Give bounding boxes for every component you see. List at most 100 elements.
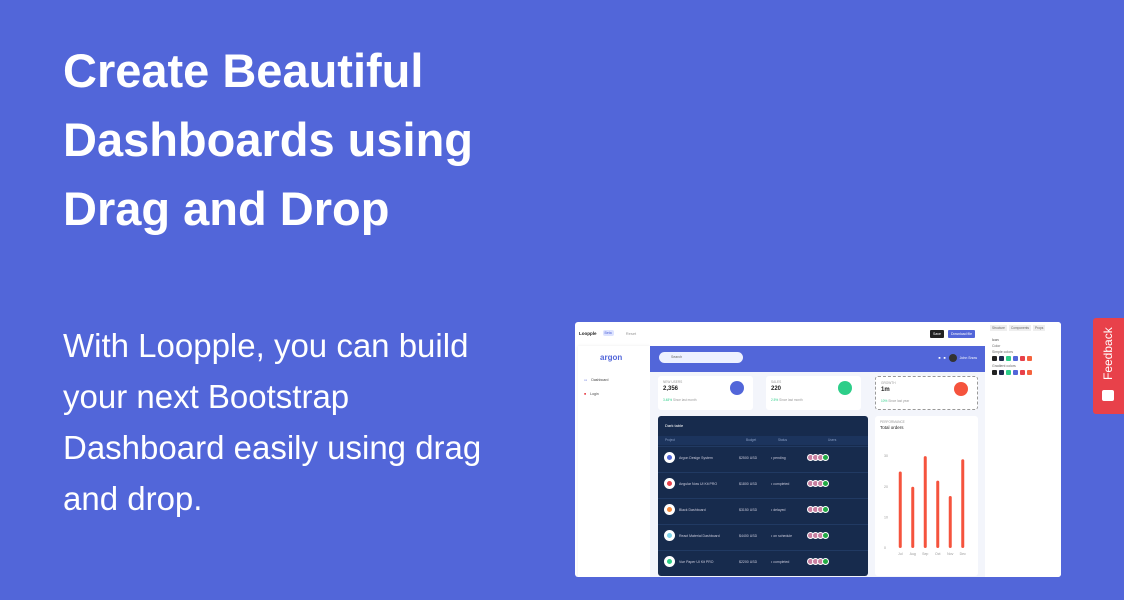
color-swatch[interactable] — [1013, 370, 1018, 375]
x-tick: Aug — [910, 552, 916, 556]
brand: Loopple — [579, 330, 597, 336]
project-name: React Material Dashboard — [679, 533, 720, 538]
x-tick: Jul — [898, 552, 903, 556]
stat-since: Since last month — [672, 398, 697, 402]
dashboard-header: Search ■ ■ John Snow — [650, 346, 985, 372]
user-avatars — [807, 480, 829, 487]
feedback-tab[interactable]: Feedback — [1093, 318, 1124, 414]
user-menu[interactable]: ■ ■ John Snow — [938, 354, 977, 362]
color-swatch[interactable] — [1027, 356, 1032, 361]
dashboard-preview: Loopple Beta Reset Save Download file ar… — [575, 322, 1061, 577]
status: • completed — [771, 559, 790, 564]
bell-icon[interactable]: ■ — [938, 356, 940, 360]
status-text: completed — [773, 481, 790, 486]
stat-card-selected[interactable]: GROWTH 1m 10% Since last year — [875, 376, 978, 410]
hero-subtitle: With Loopple, you can build your next Bo… — [63, 327, 482, 517]
bar — [948, 495, 952, 548]
y-tick: 10 — [884, 515, 888, 519]
search-input[interactable]: Search — [659, 352, 743, 363]
user-name: John Snow — [959, 356, 977, 360]
save-button[interactable]: Save — [930, 330, 944, 338]
color-swatch[interactable] — [992, 356, 997, 361]
project-icon — [664, 452, 675, 463]
gradient-color-swatches — [992, 370, 1056, 375]
x-tick: Sep — [922, 552, 928, 556]
main-area: Search ■ ■ John Snow NEW USERS 2,356 3.48% S… — [650, 346, 985, 577]
table-row[interactable]: React Material Dashboard $4400 USD • on sc… — [658, 524, 868, 546]
sidebar-item-label: Login — [590, 392, 599, 396]
table-header: Project Budget Status Users — [658, 436, 868, 445]
stat-delta: 3.48% — [663, 398, 673, 402]
color-swatch[interactable] — [1020, 356, 1025, 361]
label-icon: Icon — [992, 338, 999, 342]
total-orders-card: PERFORMANCE Total orders 0 10 20 30 Jul Aug Se… — [875, 416, 978, 576]
stat-since: Since last year — [888, 399, 910, 403]
column-header[interactable]: Status — [778, 438, 787, 442]
table-row[interactable]: Black Dashboard $3150 USD • delayed — [658, 498, 868, 520]
project-name: Angular Now UI Kit PRO — [679, 481, 718, 486]
color-swatch[interactable] — [1027, 370, 1032, 375]
x-tick: Nov — [947, 552, 953, 556]
stat-card: SALES 220 2.5% Since last month — [766, 376, 861, 410]
avatar — [948, 354, 957, 362]
download-button[interactable]: Download file — [948, 330, 976, 338]
column-header[interactable]: Users — [828, 438, 836, 442]
status-text: pending — [773, 455, 786, 460]
label-simple-colors: Simple colors — [992, 350, 1014, 354]
stat-delta: 2.5% — [771, 398, 779, 402]
bar — [898, 471, 902, 548]
budget: $4400 USD — [739, 533, 758, 538]
user-avatars — [807, 506, 829, 513]
stat-foot: 2.5% Since last month — [771, 398, 856, 402]
monitor-icon: ▭ — [584, 378, 588, 382]
budget: $2200 USD — [739, 559, 758, 564]
color-swatch[interactable] — [992, 370, 997, 375]
settings-icon[interactable]: ■ — [944, 356, 946, 360]
color-swatch[interactable] — [999, 356, 1004, 361]
beta-badge: Beta — [602, 330, 614, 336]
color-swatch[interactable] — [1020, 370, 1025, 375]
simple-color-swatches — [992, 356, 1056, 361]
table-row[interactable]: Angular Now UI Kit PRO $1800 USD • complet… — [658, 472, 868, 494]
budget: $2500 USD — [739, 455, 758, 460]
bar-chart: 0 10 20 30 Jul Aug Sep Oct Nov Dec — [884, 454, 966, 556]
tab-structure[interactable]: Structure — [990, 325, 1007, 331]
argon-logo: argon — [600, 353, 623, 362]
label-gradient-colors: Gradient colors — [992, 364, 1016, 368]
color-swatch[interactable] — [1006, 356, 1011, 361]
builder-topbar: Loopple Beta Reset Save Download file — [575, 322, 985, 344]
sidebar-item-dashboard[interactable]: ▭ Dashboard — [584, 378, 608, 382]
color-swatch[interactable] — [999, 370, 1004, 375]
y-tick: 30 — [884, 454, 888, 458]
reset-button[interactable]: Reset — [626, 331, 636, 336]
user-avatars — [807, 558, 829, 565]
status-text: on schedule — [773, 533, 793, 538]
status: • on schedule — [771, 533, 793, 538]
user-icon — [730, 381, 744, 395]
bar — [911, 486, 915, 548]
table-row[interactable]: Vue Paper UI Kit PRO $2200 USD • completed — [658, 550, 868, 572]
stat-since: Since last month — [779, 398, 803, 402]
project-icon — [664, 478, 675, 489]
tab-components[interactable]: Components — [1008, 325, 1032, 331]
color-swatch[interactable] — [1013, 356, 1018, 361]
y-tick: 0 — [884, 546, 886, 550]
status: • completed — [771, 481, 790, 486]
status-text: delayed — [773, 507, 786, 512]
color-swatch[interactable] — [1006, 370, 1011, 375]
column-header[interactable]: Project — [665, 438, 675, 442]
stat-foot: 10% Since last year — [881, 399, 972, 403]
table-row[interactable]: Argon Design System $2500 USD • pending — [658, 446, 868, 468]
feedback-label: Feedback — [1101, 327, 1115, 380]
user-avatars — [807, 532, 829, 539]
column-header[interactable]: Budget — [746, 438, 756, 442]
budget: $1800 USD — [739, 481, 758, 486]
sidebar-item-login[interactable]: ■ Login — [584, 392, 599, 396]
lock-icon: ■ — [584, 392, 587, 396]
bar — [936, 480, 940, 548]
chart-subtitle: PERFORMANCE — [880, 420, 905, 424]
status: • delayed — [771, 507, 786, 512]
project-name: Argon Design System — [679, 455, 713, 460]
tab-props[interactable]: Props — [1033, 325, 1046, 331]
user-avatars — [807, 454, 829, 461]
